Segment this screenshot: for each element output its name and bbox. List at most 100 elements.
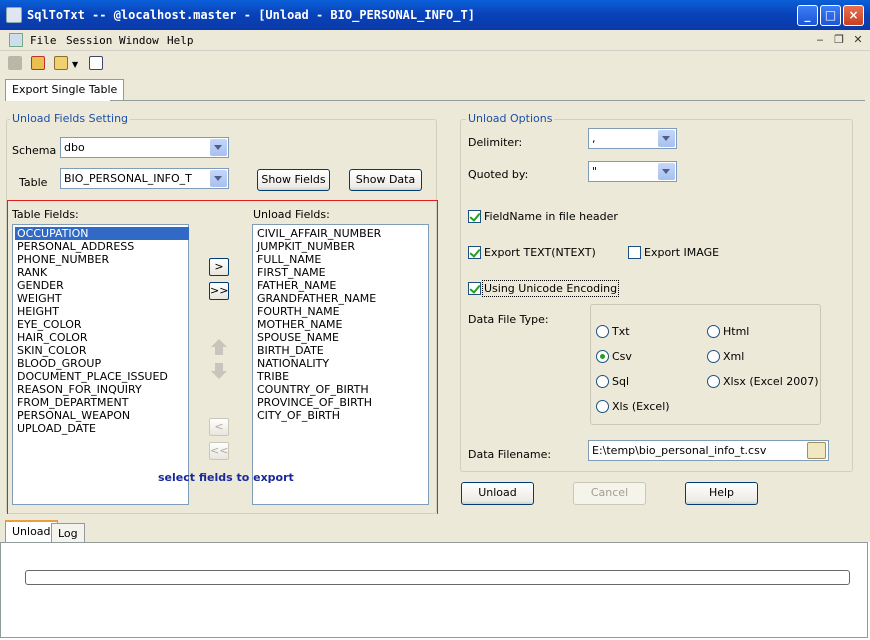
list-item[interactable]: FOURTH_NAME xyxy=(255,305,429,318)
list-item[interactable]: FROM_DEPARTMENT xyxy=(15,396,189,409)
list-item[interactable]: FIRST_NAME xyxy=(255,266,429,279)
list-item[interactable]: CITY_OF_BIRTH xyxy=(255,409,429,422)
session-icon[interactable] xyxy=(54,56,68,70)
list-item[interactable]: COUNTRY_OF_BIRTH xyxy=(255,383,429,396)
disconnect-icon[interactable] xyxy=(31,56,45,70)
quoted-by-select[interactable]: " xyxy=(588,161,677,182)
list-item[interactable]: OCCUPATION xyxy=(15,227,189,240)
close-button[interactable]: × xyxy=(843,5,864,26)
list-item[interactable]: PERSONAL_WEAPON xyxy=(15,409,189,422)
list-item[interactable]: FATHER_NAME xyxy=(255,279,429,292)
move-up-icon[interactable] xyxy=(209,337,229,357)
list-item[interactable]: GRANDFATHER_NAME xyxy=(255,292,429,305)
chevron-down-icon[interactable] xyxy=(658,130,675,147)
list-item[interactable]: CIVIL_AFFAIR_NUMBER xyxy=(255,227,429,240)
file-type-xls-radio[interactable] xyxy=(596,400,609,413)
list-item[interactable]: GENDER xyxy=(15,279,189,292)
dropdown-arrow-icon[interactable]: ▼ xyxy=(72,60,78,69)
mdi-restore-button[interactable]: ❐ xyxy=(831,33,847,47)
minimize-button[interactable]: _ xyxy=(797,5,818,26)
cancel-button[interactable]: Cancel xyxy=(573,482,646,505)
chevron-down-icon[interactable] xyxy=(210,170,227,187)
maximize-button[interactable]: □ xyxy=(820,5,841,26)
file-type-html-radio[interactable] xyxy=(707,325,720,338)
unload-options-legend: Unload Options xyxy=(466,112,555,125)
export-image-checkbox[interactable] xyxy=(628,246,641,259)
list-item[interactable]: JUMPKIT_NUMBER xyxy=(255,240,429,253)
data-file-type-label: Data File Type: xyxy=(468,313,549,326)
menu-bar: File Session Window Help ‒ ❐ ✕ xyxy=(0,30,870,51)
list-item[interactable]: SKIN_COLOR xyxy=(15,344,189,357)
list-item[interactable]: SPOUSE_NAME xyxy=(255,331,429,344)
schema-select[interactable]: dbo xyxy=(60,137,229,158)
file-type-csv-radio[interactable] xyxy=(596,350,609,363)
folder-icon[interactable] xyxy=(807,442,826,459)
tab-log[interactable]: Log xyxy=(51,523,85,542)
file-type-html-label: Html xyxy=(723,325,750,338)
tab-export-single-table[interactable]: Export Single Table xyxy=(5,79,125,101)
fieldname-header-checkbox[interactable] xyxy=(468,210,481,223)
list-item[interactable]: RANK xyxy=(15,266,189,279)
list-item[interactable]: REASON_FOR_INQUIRY xyxy=(15,383,189,396)
file-type-xml-label: Xml xyxy=(723,350,745,363)
show-fields-button[interactable]: Show Fields xyxy=(257,169,330,191)
list-item[interactable]: HEIGHT xyxy=(15,305,189,318)
delimiter-select[interactable]: , xyxy=(588,128,677,149)
move-down-icon[interactable] xyxy=(209,361,229,381)
list-item[interactable]: EYE_COLOR xyxy=(15,318,189,331)
toolbar: ▼ xyxy=(0,51,870,76)
remove-all-fields-button[interactable]: << xyxy=(209,442,229,460)
progress-bar xyxy=(25,570,850,585)
menu-session[interactable]: Session xyxy=(66,34,112,47)
connect-icon[interactable] xyxy=(8,56,22,70)
list-item[interactable]: NATIONALITY xyxy=(255,357,429,370)
unload-fields-label: Unload Fields: xyxy=(253,208,330,221)
mdi-minimize-button[interactable]: ‒ xyxy=(812,33,828,47)
add-field-button[interactable]: > xyxy=(209,258,229,276)
export-text-label: Export TEXT(NTEXT) xyxy=(484,246,596,259)
list-item[interactable]: PHONE_NUMBER xyxy=(15,253,189,266)
menu-file[interactable]: File xyxy=(30,34,57,47)
unload-button[interactable]: Unload xyxy=(461,482,534,505)
file-type-xlsx-radio[interactable] xyxy=(707,375,720,388)
list-item[interactable]: TRIBE xyxy=(255,370,429,383)
table-fields-label: Table Fields: xyxy=(12,208,79,221)
file-type-txt-radio[interactable] xyxy=(596,325,609,338)
table-select[interactable]: BIO_PERSONAL_INFO_T xyxy=(60,168,229,189)
export-text-checkbox[interactable] xyxy=(468,246,481,259)
chevron-down-icon[interactable] xyxy=(658,163,675,180)
menu-help[interactable]: Help xyxy=(167,34,194,47)
window-title: SqlToTxt -- @localhost.master - [Unload … xyxy=(27,8,475,22)
show-data-button[interactable]: Show Data xyxy=(349,169,422,191)
list-item[interactable]: WEIGHT xyxy=(15,292,189,305)
fieldname-header-label: FieldName in file header xyxy=(484,210,618,223)
list-item[interactable]: HAIR_COLOR xyxy=(15,331,189,344)
help-button[interactable]: Help xyxy=(685,482,758,505)
schema-label: Schema xyxy=(12,144,57,157)
unload-fields-list[interactable]: CIVIL_AFFAIR_NUMBER JUMPKIT_NUMBER FULL_… xyxy=(252,224,429,505)
list-item[interactable]: MOTHER_NAME xyxy=(255,318,429,331)
list-item[interactable]: UPLOAD_DATE xyxy=(15,422,189,435)
menu-window[interactable]: Window xyxy=(119,34,159,47)
quoted-by-label: Quoted by: xyxy=(468,168,529,181)
list-item[interactable]: FULL_NAME xyxy=(255,253,429,266)
unicode-encoding-label: Using Unicode Encoding xyxy=(482,280,620,297)
remove-field-button[interactable]: < xyxy=(209,418,229,436)
list-item[interactable]: BLOOD_GROUP xyxy=(15,357,189,370)
add-all-fields-button[interactable]: >> xyxy=(209,282,229,300)
list-item[interactable]: PROVINCE_OF_BIRTH xyxy=(255,396,429,409)
chevron-down-icon[interactable] xyxy=(210,139,227,156)
file-type-xml-radio[interactable] xyxy=(707,350,720,363)
unicode-encoding-checkbox[interactable] xyxy=(468,282,481,295)
file-type-sql-radio[interactable] xyxy=(596,375,609,388)
mdi-close-button[interactable]: ✕ xyxy=(850,33,866,47)
tab-unload[interactable]: Unload xyxy=(5,520,58,542)
list-item[interactable]: BIRTH_DATE xyxy=(255,344,429,357)
report-icon[interactable] xyxy=(89,56,103,70)
app-icon xyxy=(6,7,22,23)
list-item[interactable]: DOCUMENT_PLACE_ISSUED xyxy=(15,370,189,383)
quoted-by-value: " xyxy=(592,165,598,178)
list-item[interactable]: PERSONAL_ADDRESS xyxy=(15,240,189,253)
data-filename-field[interactable]: E:\temp\bio_personal_info_t.csv xyxy=(588,440,829,461)
table-fields-list[interactable]: OCCUPATION PERSONAL_ADDRESS PHONE_NUMBER… xyxy=(12,224,189,505)
